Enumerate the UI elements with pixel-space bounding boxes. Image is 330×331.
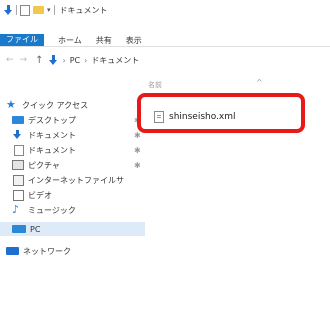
separator: [16, 5, 17, 15]
computer-icon: [12, 225, 26, 233]
nav-label: ピクチャ: [28, 160, 60, 170]
breadcrumb-separator: ›: [62, 55, 66, 65]
nav-label: ネットワーク: [23, 246, 71, 256]
nav-label: デスクトップ: [28, 115, 76, 125]
customize-dropdown-icon[interactable]: ▾: [47, 6, 51, 14]
music-icon: ♪: [12, 203, 20, 216]
separator: [53, 5, 55, 15]
nav-label: PC: [30, 224, 41, 234]
download-arrow-icon: [12, 130, 24, 140]
address-bar: ← → ↑ › PC › ドキュメント: [0, 52, 330, 68]
column-name[interactable]: 名前: [148, 80, 162, 90]
pin-icon[interactable]: ✱: [134, 161, 141, 170]
nav-documents[interactable]: ドキュメント ✱: [12, 143, 150, 157]
desktop-icon: [12, 116, 24, 124]
nav-label: ドキュメント: [28, 130, 76, 140]
navigation-pane: ★ クイック アクセス デスクトップ ✱ ドキュメント ✱ ドキュメント ✱ ピ…: [0, 92, 145, 331]
downloads-location-icon: [49, 54, 58, 66]
tab-home[interactable]: ホーム: [58, 35, 82, 46]
file-explorer-window: ▾ ドキュメント ファイル ホーム 共有 表示 ← → ↑ › PC › ドキュ…: [0, 0, 330, 331]
network-icon: [6, 247, 19, 255]
nav-music[interactable]: ♪ ミュージック: [12, 203, 150, 217]
pictures-icon: [12, 160, 24, 170]
nav-label: ドキュメント: [28, 145, 76, 155]
nav-desktop[interactable]: デスクトップ ✱: [12, 113, 150, 127]
title-bar: ▾ ドキュメント: [0, 0, 330, 20]
folder-icon: [13, 174, 24, 186]
nav-quick-access[interactable]: ★ クイック アクセス: [6, 98, 144, 112]
nav-label: ミュージック: [28, 205, 76, 215]
new-folder-icon[interactable]: [33, 6, 44, 14]
nav-pictures[interactable]: ピクチャ ✱: [12, 158, 150, 172]
document-icon: [14, 144, 24, 156]
download-arrow-icon[interactable]: [4, 4, 13, 16]
pin-icon[interactable]: ✱: [134, 146, 141, 155]
pin-icon[interactable]: ✱: [134, 131, 141, 140]
back-arrow-icon[interactable]: ←: [6, 55, 14, 65]
breadcrumb-separator: ›: [84, 55, 88, 65]
forward-arrow-icon[interactable]: →: [20, 55, 28, 65]
nav-label: ビデオ: [28, 190, 52, 200]
nav-label: インターネットファイルサ: [28, 175, 124, 185]
nav-network[interactable]: ネットワーク: [6, 244, 144, 258]
ribbon-tabs: ファイル ホーム 共有 表示: [0, 34, 330, 47]
nav-videos[interactable]: ビデオ: [12, 188, 150, 202]
sort-caret-icon: ^: [256, 78, 263, 87]
nav-pc[interactable]: PC: [0, 222, 145, 236]
video-icon: [13, 189, 24, 201]
tab-share[interactable]: 共有: [96, 35, 112, 46]
up-arrow-icon[interactable]: ↑: [35, 55, 43, 66]
column-header: 名前 ^: [146, 78, 330, 90]
highlight-annotation: [137, 93, 305, 133]
window-title: ドキュメント: [59, 5, 108, 15]
tab-view[interactable]: 表示: [126, 35, 142, 46]
breadcrumb-documents[interactable]: ドキュメント: [91, 55, 139, 66]
breadcrumb-pc[interactable]: PC: [70, 56, 80, 65]
nav-label: クイック アクセス: [22, 100, 89, 110]
tab-file[interactable]: ファイル: [0, 34, 44, 46]
properties-icon[interactable]: [20, 4, 30, 16]
star-icon: ★: [6, 98, 16, 111]
nav-internet-files[interactable]: インターネットファイルサ: [12, 173, 150, 187]
nav-downloads[interactable]: ドキュメント ✱: [12, 128, 150, 142]
